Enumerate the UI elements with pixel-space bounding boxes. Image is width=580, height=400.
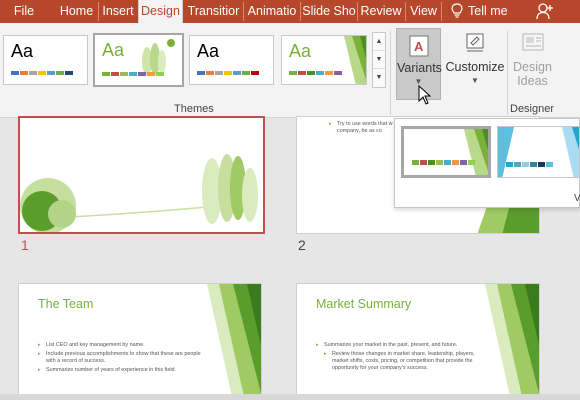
tab-animations[interactable]: Animatio bbox=[244, 0, 300, 23]
theme-swatches bbox=[102, 72, 165, 76]
customize-icon bbox=[466, 33, 484, 52]
variant-preview-art bbox=[464, 129, 488, 175]
variants-icon: A bbox=[409, 35, 428, 57]
tell-me-search[interactable]: Tell me bbox=[468, 0, 508, 22]
slide-3-facet-art bbox=[207, 284, 261, 399]
theme-swatches bbox=[197, 71, 260, 75]
variants-dropdown bbox=[394, 118, 580, 208]
design-ideas-label: Ideas bbox=[517, 74, 548, 88]
status-strip bbox=[0, 394, 580, 400]
tab-slide-show[interactable]: Slide Sho bbox=[301, 0, 357, 23]
design-ideas-label: Design bbox=[513, 60, 552, 74]
group-divider bbox=[390, 31, 391, 115]
lightbulb-icon[interactable] bbox=[451, 3, 463, 19]
tab-transitions[interactable]: Transitior bbox=[185, 0, 242, 23]
theme-green-people[interactable]: Aa bbox=[93, 33, 184, 87]
customize-label: Customize bbox=[445, 60, 505, 74]
slide-thumbnail-4[interactable]: Market Summary Summarize your market in … bbox=[296, 283, 540, 400]
theme-preview-art bbox=[142, 39, 175, 75]
scroll-down-icon[interactable]: ▼ bbox=[373, 51, 385, 69]
theme-glyph: Aa bbox=[11, 41, 34, 61]
variant-swatches bbox=[412, 160, 476, 165]
themes-gallery-scroll[interactable]: ▲ ▼ ▼ bbox=[372, 32, 386, 88]
slide-thumbnail-1[interactable] bbox=[18, 116, 265, 234]
tab-file[interactable]: File bbox=[2, 0, 46, 23]
theme-glyph: Aa bbox=[197, 41, 220, 61]
tab-design[interactable]: Design bbox=[138, 0, 183, 23]
svg-text:A: A bbox=[414, 39, 424, 54]
theme-green-facet[interactable]: Aa bbox=[281, 35, 367, 85]
theme-swatches bbox=[11, 71, 74, 75]
tab-home[interactable]: Home bbox=[55, 0, 98, 23]
scroll-up-icon[interactable]: ▲ bbox=[373, 33, 385, 51]
variant-preview-art bbox=[498, 127, 579, 177]
mouse-cursor-icon bbox=[418, 85, 432, 105]
group-label-designer: Designer bbox=[510, 103, 555, 115]
variants-more-indicator[interactable]: V bbox=[574, 193, 580, 204]
slide-4-facet-art bbox=[485, 284, 539, 399]
more-icon[interactable]: ▼ bbox=[373, 69, 385, 87]
tab-divider bbox=[441, 2, 442, 21]
slide-number: 2 bbox=[298, 237, 306, 253]
theme-office[interactable]: Aa bbox=[3, 35, 88, 85]
design-ribbon: Aa Aa Aa Aa ▲ ▼ ▼ Themes A Variants ▼ Cu… bbox=[0, 23, 580, 118]
design-ideas-button[interactable]: Design Ideas bbox=[510, 28, 555, 100]
theme-preview-art bbox=[344, 36, 366, 84]
slide-number: 1 bbox=[21, 237, 29, 253]
design-ideas-icon bbox=[522, 33, 543, 51]
theme-plain[interactable]: Aa bbox=[189, 35, 274, 85]
tab-view[interactable]: View bbox=[406, 0, 441, 23]
variant-swatches bbox=[506, 162, 554, 167]
slide-1-title-art bbox=[20, 154, 258, 232]
variant-blue[interactable] bbox=[497, 126, 579, 178]
slide-thumbnail-3[interactable]: The Team List CEO and key management by … bbox=[18, 283, 262, 400]
tab-review[interactable]: Review bbox=[358, 0, 404, 23]
theme-swatches bbox=[289, 71, 343, 75]
tab-insert[interactable]: Insert bbox=[99, 0, 137, 23]
variant-green[interactable] bbox=[401, 126, 491, 178]
ribbon-tab-bar: File Home Insert Design Transitior Anima… bbox=[0, 0, 580, 23]
variants-label: Variants bbox=[397, 61, 442, 75]
chevron-down-icon: ▼ bbox=[471, 76, 479, 85]
customize-button[interactable]: Customize ▼ bbox=[445, 28, 505, 100]
add-user-icon[interactable] bbox=[536, 2, 554, 20]
group-divider bbox=[507, 31, 508, 115]
group-label-themes: Themes bbox=[174, 103, 214, 115]
